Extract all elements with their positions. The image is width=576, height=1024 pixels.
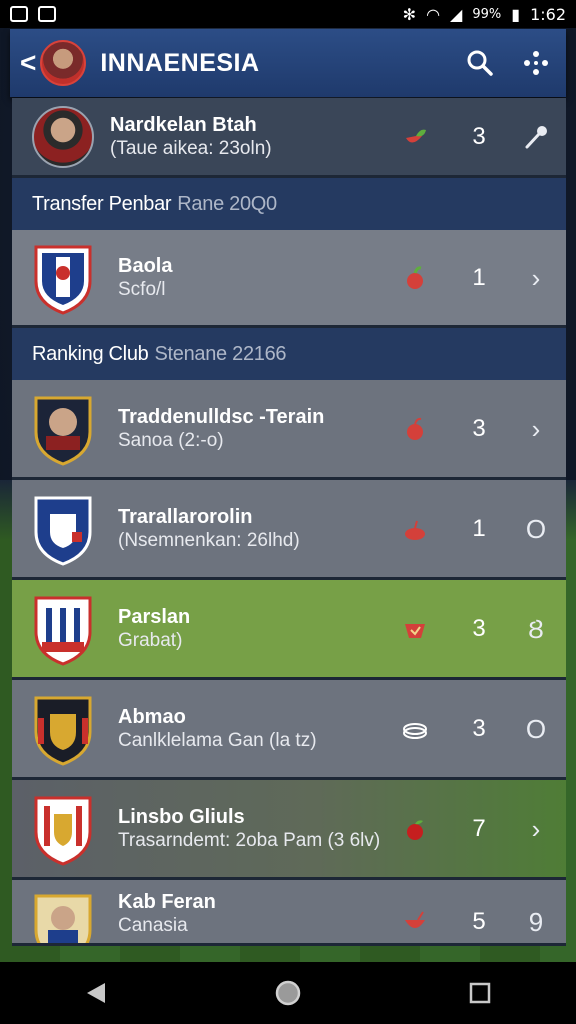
club-subtitle: Scfo/l [118,278,166,300]
back-triangle-icon [87,983,105,1003]
profile-avatar[interactable] [40,40,87,86]
wifi-icon: ◠ [426,4,441,24]
club-count: 3 [472,414,486,442]
club-crest-icon [34,245,92,315]
player-count: 3 [472,122,486,150]
player-row[interactable]: Nardkelan Btah (Taue aikea: 23oln) 3 [12,98,566,178]
dots-grid-icon [524,51,548,75]
status-bar: ✻ ◠ ◢ 99% ▮ 1:62 [0,0,576,28]
search-button[interactable] [460,43,500,83]
list-item[interactable]: Trarallarorolin (Nsemnenkan: 26lhd) 1 O [12,480,566,580]
list-item[interactable]: Linsbo Gliuls Trasarndemt: 2oba Pam (3 6… [12,780,566,880]
status-icon[interactable]: 9 [522,908,550,936]
club-crest-icon [34,796,92,866]
cup-icon [405,623,425,638]
stadium-icon [403,722,427,739]
home-circle-icon [275,980,301,1006]
club-name: Baola [118,254,173,277]
app-bar: < INNAENESIA [10,29,566,97]
apple-icon [407,265,423,289]
system-nav-bar [0,962,576,1024]
list-item[interactable]: Baola Scfo/l 1 › [12,230,566,328]
nav-recents-button[interactable] [460,973,500,1013]
club-crest-icon [34,894,92,943]
chevron-right-icon[interactable]: › [522,264,550,292]
nav-home-button[interactable] [268,973,308,1013]
leaf-icon [406,129,426,143]
apple-icon [405,911,425,928]
recents-square-icon [469,982,491,1004]
club-name: Traddenulldsc -Terain [118,405,325,428]
status-icon[interactable]: Ȣ [522,615,550,643]
club-crest-icon [34,396,92,466]
vibrate-icon: ✻ [402,4,417,24]
image-notification-icon [38,6,56,22]
microphone-icon[interactable] [522,123,550,151]
content-list: Nardkelan Btah (Taue aikea: 23oln) 3 Tra… [12,98,566,946]
apple-icon [407,819,423,840]
club-subtitle: Trasarndemt: 2oba Pam (3 6lv) [118,829,381,851]
list-item[interactable]: Traddenulldsc -Terain Sanoa (2:-o) 3 › [12,380,566,480]
app-title: INNAENESIA [100,48,260,77]
back-arrow-icon[interactable]: < [20,47,36,79]
club-name: Trarallarorolin [118,505,253,528]
club-count: 5 [472,908,486,935]
circle-icon[interactable]: O [522,515,550,543]
section-subtitle: Rane 20Q0 [177,192,277,215]
notification-icon [10,6,28,22]
clock: 1:62 [530,4,566,24]
club-count: 3 [472,714,486,742]
club-count: 1 [472,263,486,291]
section-title: Ranking Club [32,342,149,365]
club-count: 3 [472,614,486,642]
club-subtitle: Sanoa (2:-o) [118,429,224,451]
player-name: Nardkelan Btah [110,113,257,136]
circle-icon[interactable]: O [522,715,550,743]
club-subtitle: Canasia [118,915,188,936]
section-subtitle: Stenane 22166 [154,342,287,365]
player-avatar [32,105,94,168]
club-crest-icon [34,696,92,766]
club-subtitle: Grabat) [118,629,183,651]
club-name: Kab Feran [118,891,216,913]
battery-icon: ▮ [511,4,521,24]
chevron-right-icon[interactable]: › [522,415,550,443]
section-header-transfer: Transfer Penbar Rane 20Q0 [12,178,566,230]
club-count: 7 [472,814,486,842]
more-options-button[interactable] [516,43,556,83]
club-subtitle: (Nsemnenkan: 26lhd) [118,529,300,551]
club-count: 1 [472,514,486,542]
chevron-right-icon[interactable]: › [522,815,550,843]
club-name: Linsbo Gliuls [118,805,245,828]
apple-icon [407,417,423,440]
club-crest-icon [34,596,92,666]
list-item[interactable]: Kab Feran Canasia 5 9 [12,880,566,946]
club-crest-icon [34,496,92,566]
club-name: Parslan [118,605,191,628]
section-title: Transfer Penbar [32,192,172,215]
apple-icon [405,520,425,540]
signal-icon: ◢ [450,4,463,24]
section-header-ranking: Ranking Club Stenane 22166 [12,328,566,380]
player-subtitle: (Taue aikea: 23oln) [110,137,272,159]
list-item-highlighted[interactable]: Parslan Grabat) 3 Ȣ [12,580,566,680]
battery-text: 99% [472,6,502,22]
list-item[interactable]: Abmao Canlklelama Gan (la tz) 3 O [12,680,566,780]
nav-back-button[interactable] [76,973,116,1013]
search-icon [467,50,493,76]
club-name: Abmao [118,705,186,728]
club-subtitle: Canlklelama Gan (la tz) [118,729,317,751]
